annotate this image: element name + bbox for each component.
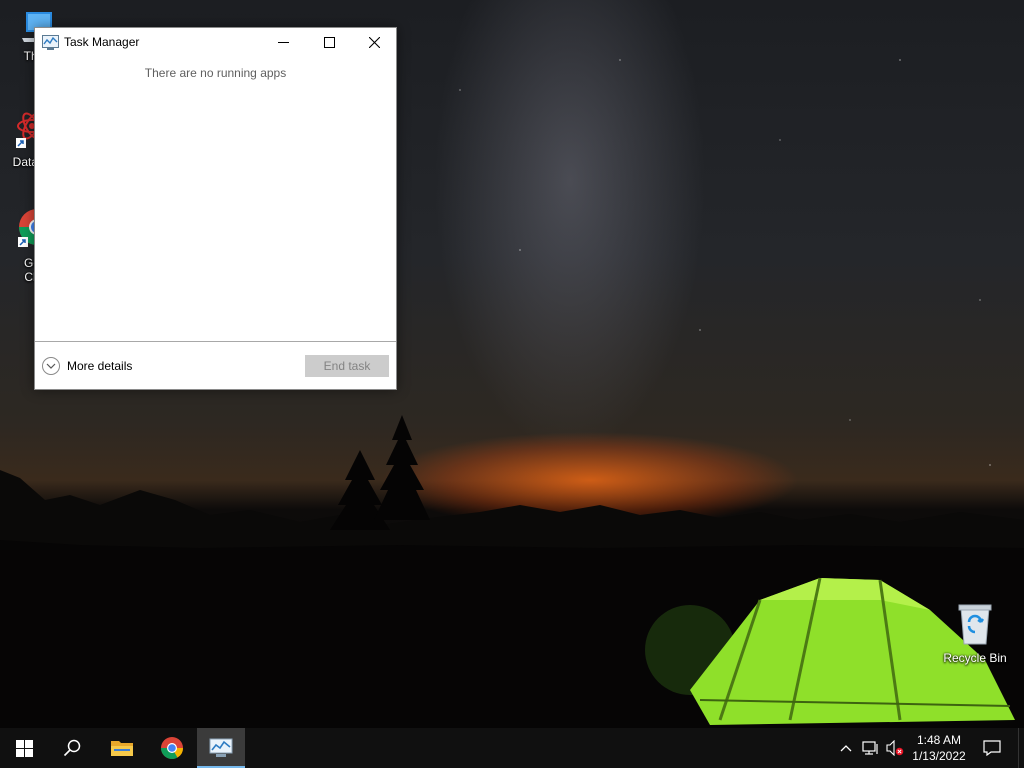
folder-icon [111,741,133,756]
task-manager-titlebar[interactable]: Task Manager [35,28,396,57]
window-title: Task Manager [64,35,140,49]
more-details-label: More details [67,359,133,373]
chevron-up-icon [840,745,852,752]
close-icon [368,37,380,48]
more-details-button[interactable]: More details [42,356,132,376]
chevron-down-icon [42,357,60,375]
volume-muted-icon [886,740,904,756]
task-manager-taskbar-button[interactable] [197,728,245,768]
recycle-bin-icon [958,604,992,645]
desktop-icon-label: Recycle Bin [943,651,1007,665]
maximize-button[interactable] [306,28,352,57]
clock-time: 1:48 AM [916,733,962,747]
start-button[interactable] [0,728,48,768]
volume-button[interactable] [884,728,906,768]
network-icon [862,741,878,755]
footer-divider [35,341,396,342]
maximize-icon [323,37,335,48]
windows-logo-icon [15,739,33,757]
clock-date: 1/13/2022 [912,749,966,763]
chrome-taskbar-button[interactable] [148,728,196,768]
empty-state-message: There are no running apps [144,66,287,80]
search-button[interactable] [48,728,96,768]
network-button[interactable] [860,728,882,768]
notification-icon [983,740,1001,756]
minimize-icon [277,42,289,43]
action-center-button[interactable] [978,728,1006,768]
chrome-icon [161,737,183,759]
task-manager-window: Task Manager There are no running apps M… [34,27,397,390]
task-manager-icon [42,35,59,50]
search-icon [63,739,81,757]
desktop-wallpaper: Thi DataW Go Ch Recycle Bin Task Manager… [0,0,1024,728]
file-explorer-button[interactable] [98,728,146,768]
taskbar: 1:48 AM 1/13/2022 [0,728,1024,768]
show-hidden-icons-button[interactable] [836,728,856,768]
show-desktop-button[interactable] [1018,728,1024,768]
desktop-icon-recycle-bin[interactable]: Recycle Bin [939,602,1011,665]
clock[interactable]: 1:48 AM 1/13/2022 [907,728,971,768]
end-task-button[interactable]: End task [305,355,389,377]
task-manager-icon [209,738,233,757]
minimize-button[interactable] [260,28,306,57]
close-button[interactable] [351,28,397,57]
